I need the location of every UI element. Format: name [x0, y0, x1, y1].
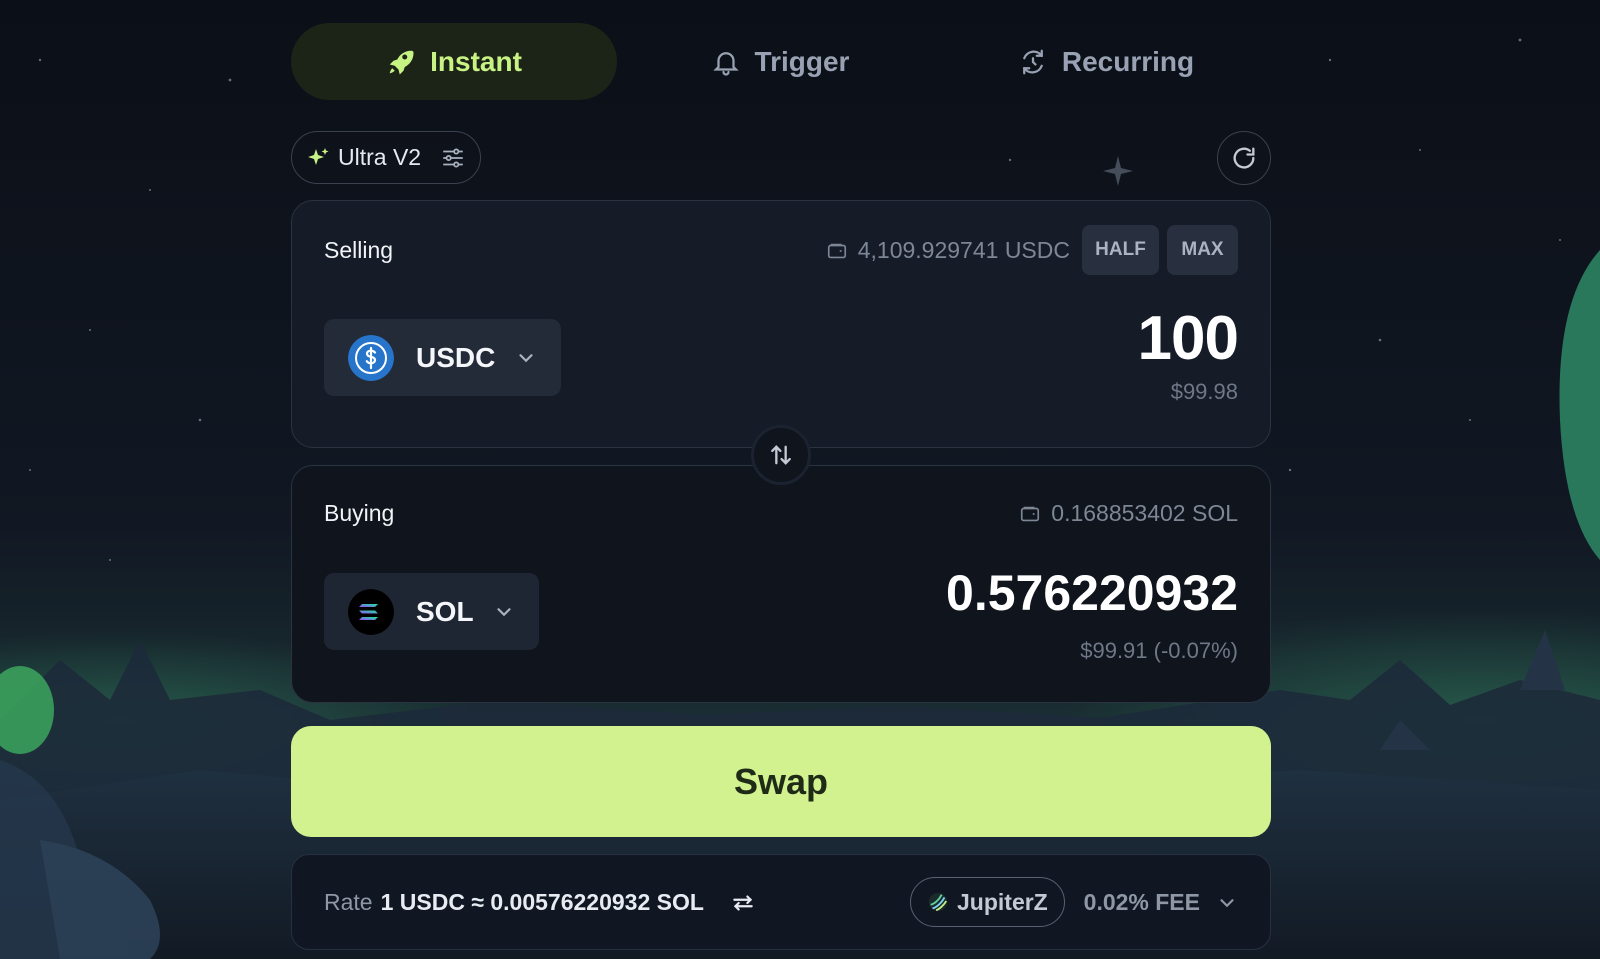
tab-trigger[interactable]: Trigger	[617, 23, 943, 100]
max-button[interactable]: MAX	[1167, 225, 1238, 275]
ultra-mode-settings-button[interactable]: Ultra V2	[291, 131, 481, 184]
selling-token-selector[interactable]: USDC	[324, 319, 561, 396]
selling-balance: 4,109.929741 USDC	[826, 237, 1070, 264]
tab-label: Recurring	[1061, 45, 1195, 77]
buying-balance-value: 0.168853402 SOL	[1051, 500, 1238, 526]
tab-instant[interactable]: Instant	[291, 23, 617, 100]
rocket-icon	[389, 50, 414, 74]
bell-icon	[712, 51, 739, 76]
selling-label: Selling	[324, 237, 394, 263]
selling-panel: Selling 4,109.929741 USDC HALF MAX USDC …	[291, 200, 1271, 448]
usdc-token-icon	[348, 334, 394, 381]
router-name: JupiterZ	[957, 888, 1048, 915]
invert-rate-icon[interactable]	[730, 890, 756, 916]
refresh-icon	[1233, 147, 1255, 169]
wallet-icon	[827, 243, 846, 258]
selling-usd-value: $99.98	[1170, 379, 1238, 404]
selling-amount-input[interactable]: 100	[1138, 303, 1239, 374]
rate-value: 1 USDC ≈ 0.00576220932 SOL	[380, 889, 704, 915]
buying-token-symbol: SOL	[416, 595, 474, 627]
refresh-button[interactable]	[1217, 131, 1271, 185]
fee-toggle[interactable]: 0.02% FEE	[1084, 889, 1238, 916]
recurring-icon	[1023, 49, 1043, 74]
ultra-mode-label: Ultra V2	[338, 144, 422, 170]
tab-recurring[interactable]: Recurring	[943, 23, 1269, 100]
swap-arrows-icon	[771, 445, 791, 465]
buying-amount: 0.576220932	[946, 565, 1238, 621]
tab-label: Trigger	[754, 45, 850, 77]
chevron-down-icon	[519, 353, 533, 362]
buying-panel: Buying 0.168853402 SOL SOL 0.576220932 $…	[291, 465, 1271, 703]
selling-token-symbol: USDC	[416, 341, 496, 373]
chevron-down-icon	[497, 607, 511, 616]
rate-info-bar: Rate 1 USDC ≈ 0.00576220932 SOL JupiterZ…	[291, 854, 1271, 950]
half-button[interactable]: HALF	[1082, 225, 1159, 275]
router-badge[interactable]: JupiterZ	[910, 877, 1065, 927]
wallet-icon	[1021, 506, 1040, 521]
sparkle-icon	[308, 147, 329, 165]
jupiter-logo-icon	[928, 892, 948, 912]
fee-label: 0.02% FEE	[1083, 889, 1200, 915]
buying-balance: 0.168853402 SOL	[1019, 500, 1238, 527]
chevron-down-icon	[1220, 898, 1234, 907]
flip-direction-button[interactable]	[751, 425, 811, 485]
tab-label: Instant	[430, 45, 522, 77]
selling-balance-value: 4,109.929741 USDC	[857, 237, 1070, 263]
buying-usd-value: $99.91 (-0.07%)	[1080, 638, 1238, 663]
exchange-rate: Rate 1 USDC ≈ 0.00576220932 SOL	[324, 889, 756, 916]
buying-label: Buying	[324, 500, 395, 526]
mode-tabs: Instant Trigger Recurring	[291, 23, 1271, 100]
sliders-icon	[443, 147, 463, 168]
sol-token-icon	[348, 588, 394, 635]
swap-button[interactable]: Swap	[291, 726, 1271, 837]
buying-token-selector[interactable]: SOL	[324, 573, 539, 650]
rate-label: Rate	[324, 889, 373, 915]
